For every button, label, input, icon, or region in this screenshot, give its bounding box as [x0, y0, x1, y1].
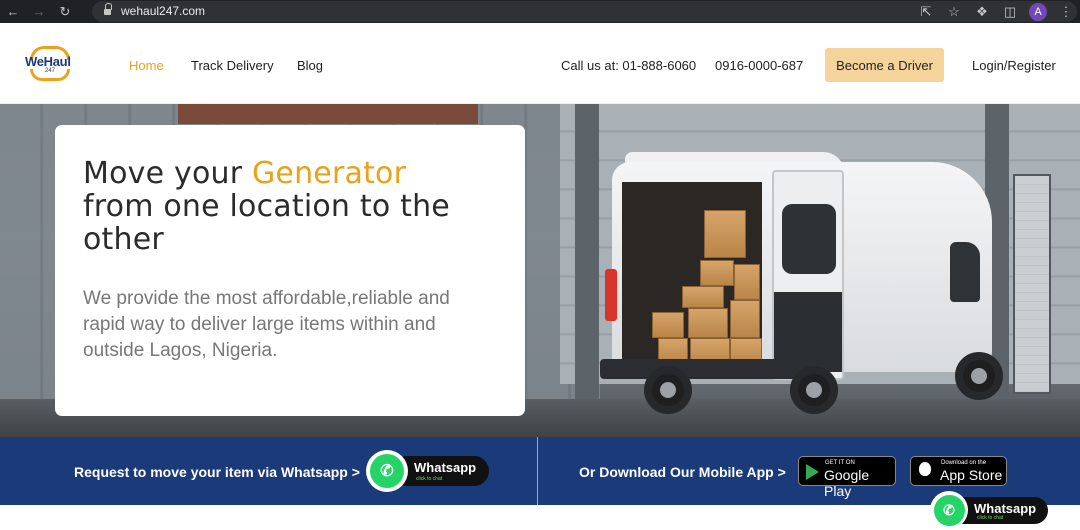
- cargo-box: [682, 286, 724, 308]
- hero-headline: Move your Generator from one location to…: [83, 157, 503, 256]
- site-header: WeHaul 247 Home Track Delivery Blog Call…: [0, 23, 1080, 104]
- hero-section: Move your Generator from one location to…: [0, 104, 1080, 437]
- floating-whatsapp-sub: click to chat: [977, 515, 1004, 521]
- van-taillight: [605, 269, 617, 321]
- google-play-button[interactable]: GET IT ON Google Play: [798, 456, 896, 499]
- url-text: wehaul247.com: [121, 4, 206, 18]
- floating-whatsapp-icon[interactable]: ✆: [930, 491, 968, 529]
- van-side-window: [950, 242, 980, 302]
- app-store-button[interactable]: Download on the App Store: [910, 456, 1007, 486]
- cargo-box: [652, 312, 684, 338]
- cargo-box: [730, 300, 760, 338]
- nav-track-delivery[interactable]: Track Delivery: [191, 58, 274, 73]
- become-driver-button[interactable]: Become a Driver: [825, 48, 944, 82]
- whatsapp-label: Whatsapp: [414, 460, 477, 475]
- phone-primary[interactable]: Call us at: 01-888-6060: [561, 58, 696, 73]
- logo-sub: 247: [45, 68, 56, 74]
- van-bumper: [600, 359, 800, 379]
- share-icon[interactable]: ⇱: [912, 0, 940, 23]
- browser-toolbar: ← → ↻ wehaul247.com ⇱ ☆ ❖ ◫ A ⋮: [0, 0, 1080, 23]
- cta-banner: Request to move your item via Whatsapp >…: [0, 437, 1080, 505]
- banner-divider: [537, 437, 538, 505]
- headline-prefix: Move your: [83, 156, 252, 191]
- hero-subtext: We provide the most affordable,reliable …: [83, 288, 450, 361]
- bookmark-star-icon[interactable]: ☆: [940, 0, 968, 23]
- van-rear-window: [782, 204, 836, 274]
- login-register-link[interactable]: Login/Register: [972, 58, 1056, 73]
- logo-text: WeHaul: [25, 54, 71, 69]
- apple-icon: [919, 462, 931, 476]
- forward-arrow-icon[interactable]: →: [26, 0, 52, 23]
- app-store-label: App Store: [940, 467, 1003, 483]
- cargo-box: [688, 308, 728, 338]
- reload-icon[interactable]: ↻: [52, 0, 78, 23]
- phone-secondary[interactable]: 0916-0000-687: [715, 58, 803, 73]
- download-prompt: Or Download Our Mobile App >: [579, 464, 786, 480]
- van-wheel: [790, 366, 838, 414]
- van-wheel: [644, 366, 692, 414]
- whatsapp-icon[interactable]: ✆: [366, 450, 408, 492]
- van-wheel: [955, 352, 1003, 400]
- profile-avatar[interactable]: A: [1029, 2, 1047, 21]
- lock-icon: [104, 3, 112, 16]
- headline-accent: Generator: [251, 156, 407, 191]
- hero-card: Move your Generator from one location to…: [55, 125, 525, 416]
- whatsapp-prompt: Request to move your item via Whatsapp >: [74, 464, 360, 480]
- warehouse-shelf: [178, 104, 478, 124]
- google-play-label: Google Play: [824, 467, 870, 499]
- wehaul-logo[interactable]: WeHaul 247: [25, 45, 77, 83]
- whatsapp-sub: click to chat: [416, 476, 443, 482]
- cargo-box: [700, 260, 734, 286]
- headline-rest: from one location to the other: [83, 189, 450, 257]
- cargo-box: [704, 210, 746, 258]
- back-arrow-icon[interactable]: ←: [0, 0, 26, 23]
- menu-kebab-icon[interactable]: ⋮: [1052, 0, 1080, 23]
- warehouse-pillar: [575, 104, 599, 404]
- app-store-small: Download on the: [941, 460, 987, 466]
- sidepanel-icon[interactable]: ◫: [996, 0, 1024, 23]
- google-play-small: GET IT ON: [825, 460, 855, 466]
- floating-whatsapp-label: Whatsapp: [974, 501, 1037, 516]
- google-play-icon: [806, 464, 819, 480]
- warehouse-door: [1013, 174, 1051, 394]
- extensions-puzzle-icon[interactable]: ❖: [968, 0, 996, 23]
- nav-blog[interactable]: Blog: [297, 58, 323, 73]
- nav-home[interactable]: Home: [129, 58, 164, 73]
- cargo-box: [734, 264, 760, 300]
